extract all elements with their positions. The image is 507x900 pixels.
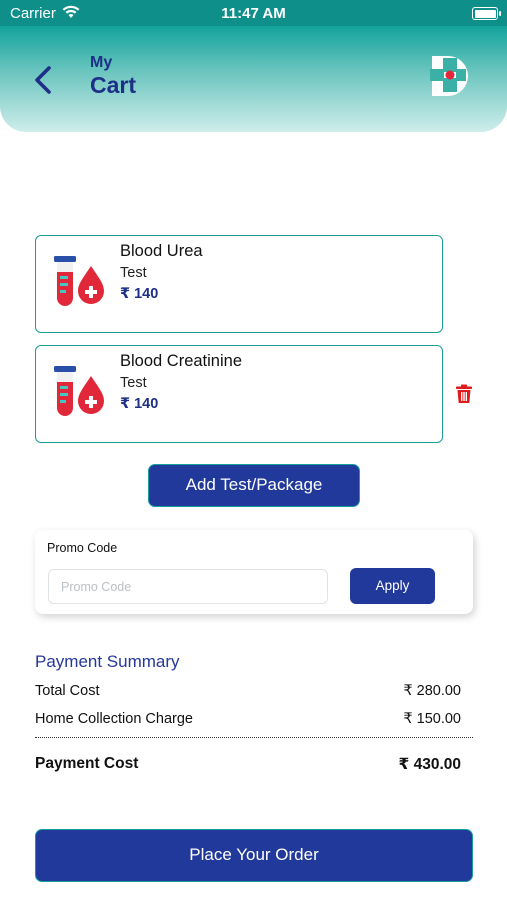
item-name: Blood Creatinine xyxy=(120,352,242,370)
item-type: Test xyxy=(120,375,147,391)
promo-card: Promo Code Apply xyxy=(35,530,473,614)
total-cost-value: ₹ 280.00 xyxy=(403,683,461,699)
summary-divider xyxy=(35,737,473,738)
payment-cost-value: ₹ 430.00 xyxy=(398,756,462,773)
home-collection-label: Home Collection Charge xyxy=(35,711,193,727)
place-order-button[interactable]: Place Your Order xyxy=(35,829,473,882)
promo-code-input[interactable] xyxy=(48,569,328,604)
clock-time: 11:47 AM xyxy=(221,5,286,22)
blood-test-icon xyxy=(54,366,104,416)
blood-test-icon xyxy=(54,256,104,306)
item-price: ₹ 140 xyxy=(120,286,159,302)
cart-item[interactable]: Blood Urea Test ₹ 140 xyxy=(35,235,443,333)
promo-code-label: Promo Code xyxy=(47,541,118,555)
payment-summary-title: Payment Summary xyxy=(35,652,180,671)
add-test-package-button[interactable]: Add Test/Package xyxy=(148,464,360,507)
item-price: ₹ 140 xyxy=(120,396,159,412)
home-collection-value: ₹ 150.00 xyxy=(403,711,461,727)
battery-icon xyxy=(472,7,501,20)
cart-item[interactable]: Blood Creatinine Test ₹ 140 xyxy=(35,345,443,443)
header: My Cart xyxy=(0,26,507,132)
page-title-big: Cart xyxy=(90,72,137,98)
page-title-small: My xyxy=(90,54,113,71)
total-cost-label: Total Cost xyxy=(35,683,100,699)
status-bar: Carrier 11:47 AM xyxy=(0,0,507,26)
apply-button[interactable]: Apply xyxy=(350,568,435,604)
payment-cost-label: Payment Cost xyxy=(35,755,139,772)
item-type: Test xyxy=(120,265,147,281)
back-arrow-icon[interactable] xyxy=(28,60,60,100)
page-title: My Cart xyxy=(90,54,136,98)
item-name: Blood Urea xyxy=(120,242,203,260)
trash-icon[interactable] xyxy=(455,384,473,404)
app-logo xyxy=(430,56,468,96)
